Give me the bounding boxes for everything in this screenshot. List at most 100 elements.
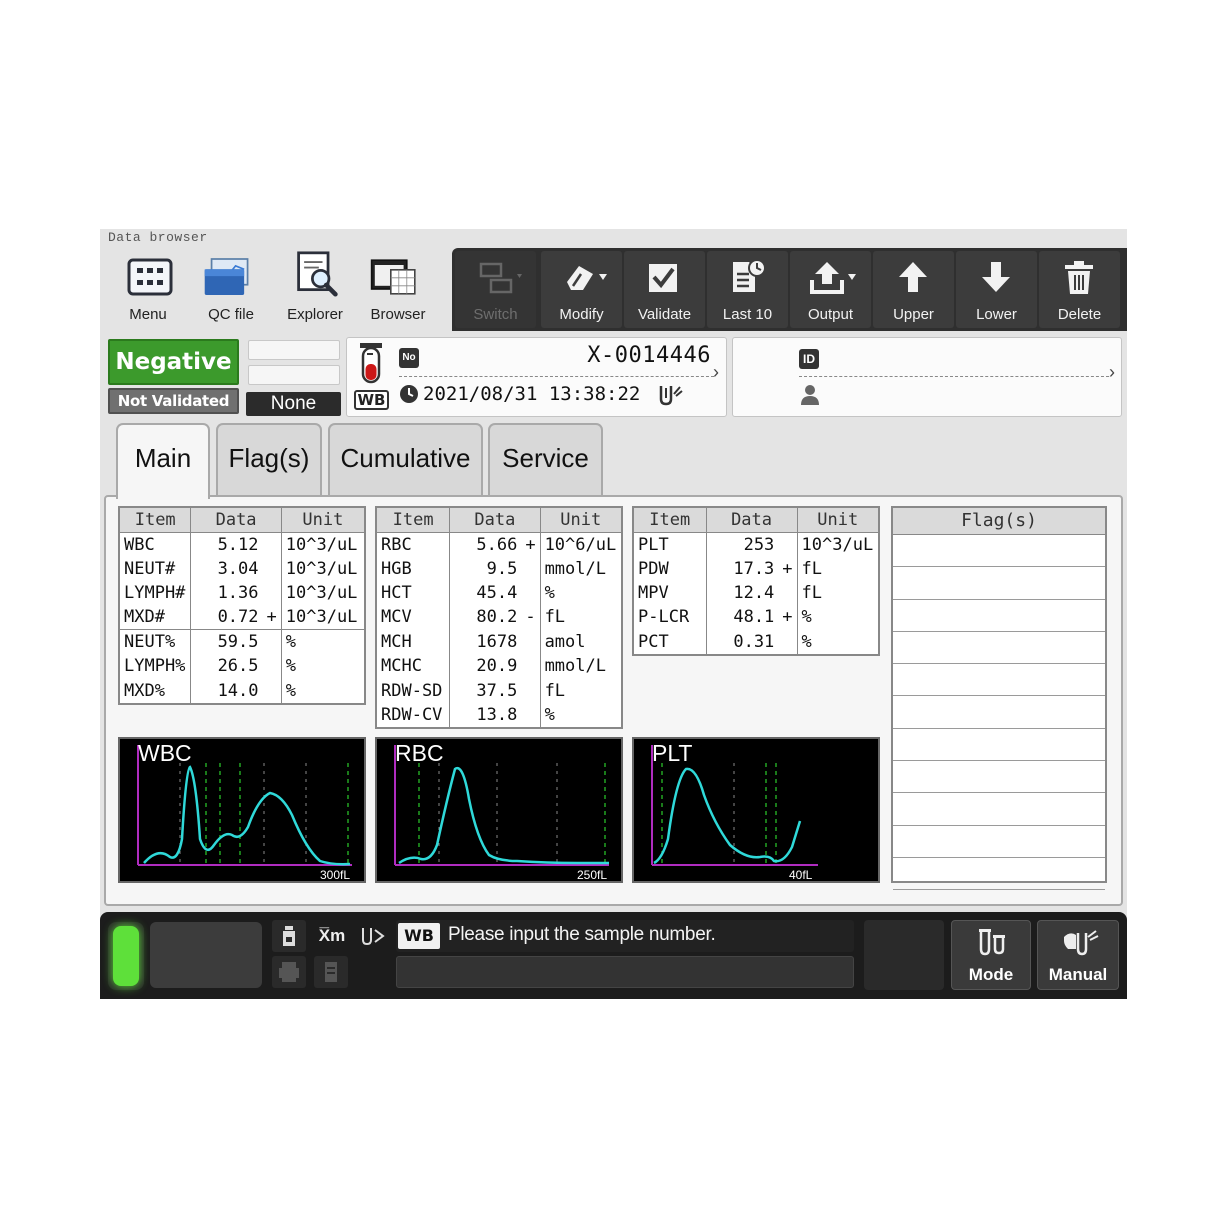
xm-control-icon[interactable]: X̅m: [314, 920, 350, 952]
flag-row: [893, 826, 1105, 858]
item-cell: NEUT%: [118, 629, 191, 655]
reagent-icon[interactable]: [272, 920, 306, 952]
upper-button[interactable]: Upper: [873, 251, 954, 328]
column-header: Item: [375, 506, 451, 533]
status-led: [113, 926, 139, 986]
tab-cumulative[interactable]: Cumulative: [328, 423, 483, 498]
delete-button[interactable]: Delete: [1039, 251, 1120, 328]
mode-badge: WB: [398, 923, 440, 949]
flag-cell: [523, 557, 540, 581]
menu-grid-icon: [127, 258, 173, 296]
flag-row: [893, 729, 1105, 762]
message-bar-secondary: [396, 956, 854, 988]
last10-button[interactable]: Last 10: [707, 251, 788, 328]
manual-button[interactable]: Manual: [1037, 920, 1119, 990]
unit-cell: 10^6/uL: [539, 532, 622, 557]
explorer-icon: [297, 251, 338, 297]
rbc-results-table: Item Data Unit RBC 5.66 +10^6/uL HGB 9.5 mmol…: [375, 506, 623, 729]
flag-row: [893, 600, 1105, 632]
histogram-scale-label: 300fL: [319, 868, 350, 882]
output-button[interactable]: Output: [790, 251, 871, 328]
flag-cell: [780, 630, 797, 655]
table-row: WBC 5.12 10^3/uL: [118, 532, 365, 557]
divider: [799, 376, 1109, 377]
flag-row: [893, 696, 1105, 729]
flag-cell: -: [525, 607, 536, 628]
flags-header: Flag(s): [893, 508, 1105, 535]
message-bar: WB Please input the sample number.: [396, 920, 854, 952]
divider: [399, 376, 714, 377]
manual-button-label: Manual: [1048, 965, 1108, 984]
data-cell: 12.4: [705, 580, 781, 606]
item-cell: MCH: [375, 629, 450, 655]
switch-button[interactable]: Switch: [455, 251, 536, 328]
data-cell: 37.5: [449, 678, 524, 703]
none-indicator: None: [246, 392, 341, 416]
table-row: NEUT% 59.5%: [118, 629, 365, 655]
item-cell: RDW-SD: [375, 678, 450, 703]
mode-button[interactable]: Mode: [951, 920, 1031, 990]
printer-icon[interactable]: [272, 956, 306, 988]
table-row: LYMPH# 1.36 10^3/uL: [118, 580, 365, 606]
unit-cell: %: [539, 580, 622, 606]
unit-cell: fL: [539, 605, 622, 630]
flag-cell: [780, 581, 797, 605]
patient-info-card[interactable]: ID ›: [732, 337, 1122, 417]
chevron-right-icon[interactable]: ›: [713, 362, 719, 383]
data-cell: 45.4: [449, 580, 524, 606]
blank-panel: [864, 920, 944, 990]
data-cell: 13.8: [449, 702, 524, 728]
data-cell: 5.66: [449, 532, 524, 557]
tab-service[interactable]: Service: [488, 423, 603, 498]
flag-cell: [265, 557, 282, 581]
sample-info-card[interactable]: WB No X-0014446 2021/08/31 13:38:22 ›: [346, 337, 727, 417]
histogram-title: PLT: [652, 740, 693, 766]
modify-button[interactable]: Modify: [541, 251, 622, 328]
table-row: P-LCR 48.1 +%: [632, 605, 879, 630]
table-row: MXD% 14.0%: [118, 678, 365, 704]
plt-histogram: PLT 40fL: [632, 737, 880, 883]
unit-cell: fL: [796, 556, 879, 581]
flag-cell: [780, 532, 797, 557]
flag-cell: [523, 703, 540, 728]
unit-cell: 10^3/uL: [280, 556, 365, 581]
lower-button[interactable]: Lower: [956, 251, 1037, 328]
table-row: MCH 1678 amol: [375, 629, 622, 655]
flag-cell: [265, 532, 282, 557]
upload-icon: [810, 262, 856, 294]
data-cell: 5.12: [190, 532, 265, 557]
flag-cell: [265, 654, 282, 678]
browser-button[interactable]: Browser: [356, 251, 440, 327]
chevron-right-icon[interactable]: ›: [1109, 362, 1115, 383]
table-row: PLT 253 10^3/uL: [632, 532, 879, 557]
sampler-mode-icon[interactable]: [356, 920, 390, 952]
flag-row: [893, 535, 1105, 568]
column-header: Data: [190, 506, 282, 533]
lower-label: Lower: [976, 306, 1017, 323]
data-cell: 48.1: [705, 605, 781, 630]
histogram-scale-label: 40fL: [789, 868, 813, 882]
tab-main[interactable]: Main: [116, 423, 210, 499]
validate-button[interactable]: Validate: [624, 251, 705, 328]
menu-button[interactable]: Menu: [106, 251, 190, 327]
qc-file-button[interactable]: QC file: [189, 251, 273, 327]
modify-icon: [567, 266, 607, 290]
item-cell: RBC: [375, 532, 450, 557]
blood-tube-icon: [360, 343, 382, 384]
upper-label: Upper: [893, 306, 934, 323]
flag-cell: +: [525, 534, 536, 555]
indicator-well: [108, 922, 144, 990]
data-cell: 14.0: [190, 678, 265, 704]
data-cell: 80.2: [449, 605, 524, 630]
unit-cell: %: [280, 629, 365, 655]
data-cell: 1678: [449, 629, 524, 655]
flag-row: [893, 761, 1105, 794]
unit-cell: mmol/L: [539, 654, 622, 679]
tab-flags[interactable]: Flag(s): [216, 423, 322, 498]
data-cell: 3.04: [190, 556, 265, 581]
status-message: Please input the sample number.: [448, 924, 716, 945]
waste-icon[interactable]: [314, 956, 348, 988]
switch-label: Switch: [473, 306, 518, 323]
explorer-button[interactable]: Explorer: [273, 251, 357, 327]
column-header: Data: [449, 506, 541, 533]
